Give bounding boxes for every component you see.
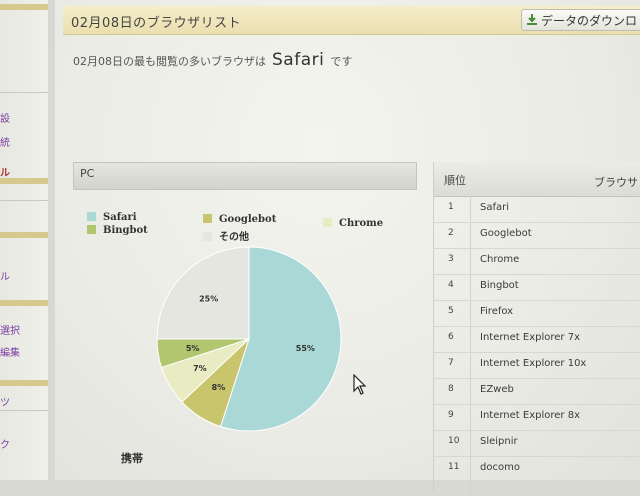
legend-swatch (323, 218, 332, 227)
pc-panel-title: PC (80, 167, 95, 180)
sidebar-item[interactable]: 統 (0, 134, 10, 149)
browser-cell[interactable]: Internet Explorer 10x (480, 358, 586, 369)
rank-cell: 8 (448, 384, 454, 394)
rank-cell: 5 (448, 306, 454, 316)
table-row: 10 Sleipnir (434, 430, 640, 457)
table-row: 9 Internet Explorer 8x (434, 404, 640, 431)
sidebar-item[interactable]: 設 (0, 110, 10, 125)
legend-item: その他 (203, 228, 249, 243)
sidebar-item[interactable]: ク (0, 436, 10, 451)
legend-label: Googlebot (219, 214, 277, 225)
legend-label: Chrome (339, 218, 384, 229)
rank-cell: 3 (448, 254, 454, 264)
mouse-cursor-icon (353, 374, 367, 395)
browser-pie-chart: 55% 8% 7% 5% 25% (156, 246, 342, 432)
summary-text: 02月08日の最も閲覧の多いブラウザは Safari です (73, 50, 352, 70)
rank-cell: 6 (448, 332, 454, 342)
legend-item: Safari (87, 212, 137, 223)
table-row: 6 Internet Explorer 7x (434, 326, 640, 353)
browser-cell[interactable]: Chrome (480, 254, 519, 265)
table-row: 1 Safari (434, 196, 640, 223)
table-row: 2 Googlebot (434, 222, 640, 249)
legend-swatch (203, 214, 212, 223)
sidebar-divider (0, 200, 48, 201)
table-row: 5 Firefox (434, 300, 640, 327)
table-row: 7 Internet Explorer 10x (434, 352, 640, 379)
pie-slice-label: 55% (296, 344, 315, 353)
download-data-label: データのダウンロ (541, 14, 638, 28)
sidebar-item[interactable]: ツ (0, 394, 10, 409)
sidebar-item[interactable]: 編集 (0, 344, 20, 359)
rank-cell: 2 (448, 228, 454, 238)
summary-suffix: です (330, 55, 353, 68)
browser-cell[interactable]: Sleipnir (480, 436, 518, 447)
sidebar-divider (0, 410, 48, 411)
top-browser: Safari (272, 50, 325, 70)
download-icon (527, 14, 537, 25)
sidebar-band (0, 4, 48, 10)
table-row: 4 Bingbot (434, 274, 640, 301)
browser-column-header: ブラウサ (594, 176, 638, 189)
download-data-button[interactable]: データのダウンロ (521, 9, 640, 31)
sidebar-item[interactable]: ル (0, 268, 10, 283)
rank-cell: 11 (448, 462, 460, 472)
table-row: 8 EZweb (434, 378, 640, 405)
sidebar-item[interactable]: 選択 (0, 322, 20, 337)
sidebar-band (0, 380, 48, 386)
sidebar-item[interactable]: ル (0, 164, 10, 179)
rank-cell: 9 (448, 410, 454, 420)
rank-cell: 10 (448, 436, 460, 446)
summary-prefix: 02月08日の最も閲覧の多いブラウザは (73, 55, 266, 68)
legend-label: Bingbot (103, 225, 148, 236)
legend-swatch (203, 232, 212, 241)
pc-panel: PC Safari Googlebot Chrome Bingbot その他 5… (73, 162, 417, 492)
sidebar: 設統ルル選択 編集ツク (0, 0, 48, 480)
rank-column-header: 順位 (444, 174, 466, 187)
ranking-table: 順位 ブラウサ 1 Safari 2 Googlebot 3 Chrome 4 Bingbot… (433, 162, 640, 496)
legend-swatch (87, 225, 96, 234)
legend-item: Googlebot (203, 214, 276, 225)
rank-cell: 1 (448, 202, 454, 212)
main-content: 02月08日のブラウザリスト データのダウンロ 02月08日の最も閲覧の多いブラ… (55, 0, 640, 496)
sidebar-band (0, 232, 48, 238)
pie-slice[interactable] (156, 246, 250, 340)
sidebar-divider (0, 92, 48, 93)
browser-cell[interactable]: Safari (480, 202, 509, 213)
browser-cell[interactable]: Internet Explorer 8x (480, 410, 580, 421)
legend-item: Chrome (323, 218, 383, 229)
page-title: 02月08日のブラウザリスト (71, 16, 242, 31)
legend-label: Safari (103, 212, 137, 223)
title-bar: 02月08日のブラウザリスト データのダウンロ (63, 6, 640, 35)
mobile-heading: 携帯 (121, 452, 143, 465)
ranking-table-header: 順位 ブラウサ (434, 162, 640, 197)
browser-cell[interactable]: Firefox (480, 306, 513, 317)
legend-item: Bingbot (87, 225, 148, 236)
browser-cell[interactable]: Googlebot (480, 228, 532, 239)
pie-slice-label: 5% (186, 344, 200, 353)
sidebar-band (0, 300, 48, 306)
rank-cell: 4 (448, 280, 454, 290)
browser-cell[interactable]: docomo (480, 462, 520, 473)
browser-cell[interactable]: Internet Explorer 7x (480, 332, 580, 343)
browser-cell[interactable]: Bingbot (480, 280, 519, 291)
legend-swatch (87, 212, 96, 221)
pie-slice-label: 8% (212, 383, 226, 392)
table-row: 3 Chrome (434, 248, 640, 275)
browser-cell[interactable]: EZweb (480, 384, 514, 395)
pie-slice-label: 7% (193, 364, 207, 373)
rank-cell: 7 (448, 358, 454, 368)
pc-panel-header: PC (73, 162, 417, 190)
table-row: 11 docomo (434, 456, 640, 483)
pie-slice-label: 25% (199, 295, 218, 304)
